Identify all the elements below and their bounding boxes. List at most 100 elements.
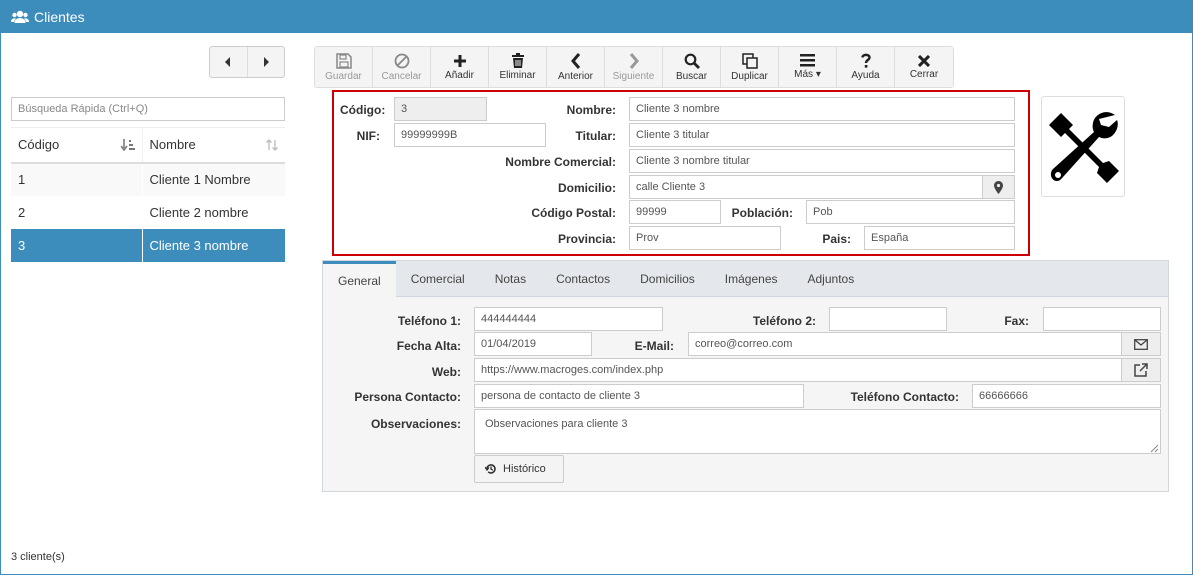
column-header-label: Nombre bbox=[149, 137, 196, 153]
tab-domicilios[interactable]: Domicilios bbox=[625, 261, 710, 297]
web-label: Web: bbox=[431, 365, 461, 379]
title-bar: Clientes bbox=[1, 1, 1192, 33]
telefono2-field[interactable] bbox=[829, 307, 947, 331]
trash-icon bbox=[511, 53, 524, 68]
tab-adjuntos[interactable]: Adjuntos bbox=[793, 261, 870, 297]
ban-icon bbox=[394, 53, 409, 68]
persona-contacto-field[interactable]: persona de contacto de cliente 3 bbox=[474, 384, 804, 408]
titular-label: Titular: bbox=[575, 129, 616, 143]
clients-grid: Código Nombre 1 Cliente 1 Nombre 2 Clien… bbox=[11, 127, 285, 262]
fax-label: Fax: bbox=[1004, 314, 1029, 328]
toolbar-label: Guardar bbox=[325, 70, 362, 82]
envelope-icon bbox=[1134, 338, 1148, 350]
nombre-comercial-field[interactable]: Cliente 3 nombre titular bbox=[629, 149, 1015, 173]
codigo-field[interactable]: 3 bbox=[394, 97, 487, 121]
tab-notas[interactable]: Notas bbox=[480, 261, 541, 297]
column-header-codigo[interactable]: Código bbox=[11, 127, 143, 164]
pais-label: Pais: bbox=[822, 232, 851, 246]
tab-general[interactable]: General bbox=[323, 261, 396, 298]
toolbar-label: Eliminar bbox=[499, 70, 536, 81]
sort-icon bbox=[266, 139, 278, 151]
save-button[interactable]: Guardar bbox=[315, 47, 373, 87]
record-nav bbox=[209, 46, 285, 78]
next-button[interactable]: Siguiente bbox=[605, 47, 663, 87]
cell-codigo: 1 bbox=[11, 162, 143, 196]
send-email-button[interactable] bbox=[1121, 332, 1161, 356]
fax-field[interactable] bbox=[1043, 307, 1161, 331]
sort-amount-asc-icon bbox=[120, 139, 135, 151]
historico-label: Histórico bbox=[503, 463, 546, 475]
previous-button[interactable]: Anterior bbox=[547, 47, 605, 87]
nombre-label: Nombre: bbox=[566, 103, 616, 117]
web-field[interactable]: https://www.macroges.com/index.php bbox=[474, 358, 1122, 382]
provincia-field[interactable]: Prov bbox=[629, 226, 781, 250]
toolbar-label: Buscar bbox=[675, 70, 708, 82]
pais-field[interactable]: España bbox=[864, 226, 1015, 250]
tab-imagenes[interactable]: Imágenes bbox=[710, 261, 793, 297]
client-image[interactable] bbox=[1041, 96, 1125, 197]
telefono1-label: Teléfono 1: bbox=[397, 314, 461, 328]
table-row-selected[interactable]: 3 Cliente 3 nombre bbox=[11, 228, 285, 262]
table-row[interactable]: 2 Cliente 2 nombre bbox=[11, 195, 285, 229]
record-count: 3 cliente(s) bbox=[11, 551, 65, 563]
table-row[interactable]: 1 Cliente 1 Nombre bbox=[11, 162, 285, 196]
copy-icon bbox=[741, 52, 758, 69]
open-web-button[interactable] bbox=[1121, 358, 1161, 382]
add-button[interactable]: Añadir bbox=[431, 47, 489, 87]
column-header-label: Código bbox=[18, 137, 60, 153]
tab-contactos[interactable]: Contactos bbox=[541, 261, 625, 297]
nombre-field[interactable]: Cliente 3 nombre bbox=[629, 97, 1015, 121]
fecha-alta-field[interactable]: 01/04/2019 bbox=[474, 332, 592, 356]
column-header-nombre[interactable]: Nombre bbox=[142, 127, 285, 164]
map-location-button[interactable] bbox=[982, 175, 1015, 199]
toolbar-label: Cancelar bbox=[381, 70, 422, 82]
more-label: Más bbox=[794, 69, 814, 80]
next-record-button[interactable] bbox=[248, 47, 285, 77]
cell-codigo: 2 bbox=[11, 195, 143, 229]
plus-icon bbox=[453, 54, 466, 67]
toolbar-label: Añadir bbox=[445, 69, 474, 81]
toolbar-label: Duplicar bbox=[731, 70, 768, 82]
historico-button[interactable]: Histórico bbox=[474, 455, 564, 483]
caret-left-icon bbox=[225, 57, 231, 67]
titular-field[interactable]: Cliente 3 titular bbox=[629, 123, 1015, 147]
tab-bar: General Comercial Notas Contactos Domici… bbox=[323, 261, 1168, 298]
provincia-label: Provincia: bbox=[557, 232, 616, 246]
poblacion-field[interactable]: Pob bbox=[806, 200, 1015, 224]
codigo-label: Código: bbox=[340, 103, 386, 117]
toolbar-label: Cerrar bbox=[909, 68, 939, 80]
cancel-button[interactable]: Cancelar bbox=[373, 47, 431, 87]
caret-down-icon: ▾ bbox=[815, 69, 821, 80]
external-link-icon bbox=[1134, 363, 1148, 377]
wrench-screwdriver-icon bbox=[1049, 111, 1119, 183]
search-button[interactable]: Buscar bbox=[663, 47, 721, 87]
resize-handle-icon[interactable] bbox=[1150, 444, 1159, 453]
prev-record-button[interactable] bbox=[210, 47, 248, 77]
cell-nombre: Cliente 2 nombre bbox=[149, 204, 249, 220]
close-icon bbox=[918, 54, 930, 67]
history-icon bbox=[485, 464, 496, 474]
telefono1-field[interactable]: 444444444 bbox=[474, 307, 663, 331]
telefono-contacto-label: Teléfono Contacto: bbox=[850, 390, 959, 404]
email-label: E-Mail: bbox=[634, 339, 674, 353]
delete-button[interactable]: Eliminar bbox=[489, 47, 547, 87]
nif-field[interactable]: 99999999B bbox=[394, 123, 546, 147]
cell-nombre: Cliente 1 Nombre bbox=[142, 162, 285, 196]
domicilio-field[interactable]: calle Cliente 3 bbox=[629, 175, 983, 199]
chevron-left-icon bbox=[570, 52, 580, 69]
duplicate-button[interactable]: Duplicar bbox=[721, 47, 779, 87]
telefono-contacto-field[interactable]: 66666666 bbox=[972, 384, 1161, 408]
toolbar-label: Siguiente bbox=[612, 70, 655, 82]
email-field[interactable]: correo@correo.com bbox=[688, 332, 1122, 356]
more-button[interactable]: Más ▾ bbox=[779, 47, 837, 87]
close-button[interactable]: Cerrar bbox=[895, 47, 953, 87]
tab-comercial[interactable]: Comercial bbox=[396, 261, 480, 297]
persona-contacto-label: Persona Contacto: bbox=[354, 390, 461, 404]
quick-search-input[interactable] bbox=[11, 97, 285, 121]
help-button[interactable]: Ayuda bbox=[837, 47, 895, 87]
cell-nombre: Cliente 3 nombre bbox=[142, 228, 285, 262]
codigo-postal-field[interactable]: 99999 bbox=[629, 200, 721, 224]
domicilio-label: Domicilio: bbox=[557, 181, 616, 195]
toolbar-label: Más ▾ bbox=[794, 69, 821, 80]
observaciones-textarea[interactable]: Observaciones para cliente 3 bbox=[474, 409, 1161, 454]
